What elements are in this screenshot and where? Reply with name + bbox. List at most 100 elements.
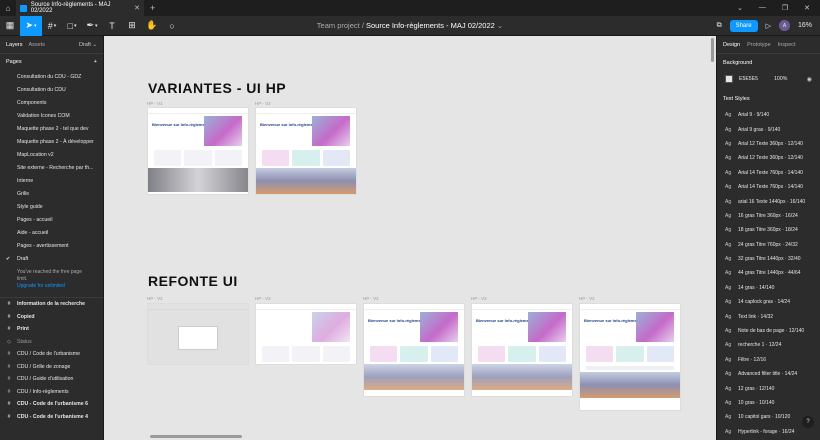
tab-assets[interactable]: Assets	[29, 42, 46, 48]
maximize-icon[interactable]: ❐	[782, 4, 788, 12]
text-tool[interactable]: T	[102, 16, 122, 36]
page-item[interactable]: Components	[0, 96, 103, 109]
frame-hp-v2[interactable]: Bienvenue sur Info-règlements	[255, 107, 357, 195]
move-tool[interactable]: ➤ ▾	[20, 15, 42, 36]
tab-layers[interactable]: Layers	[6, 42, 23, 48]
page-item[interactable]: Maquette phase 2 - tel que dev	[0, 122, 103, 135]
chevron-down-icon[interactable]: ⌄	[737, 4, 743, 12]
page-item[interactable]: MapLocation v2	[0, 148, 103, 161]
text-style-item[interactable]: Ag 44 gras Titre 1440px · 44/64	[717, 266, 820, 280]
layer-row[interactable]: # Information de la recherche	[0, 298, 103, 311]
share-button[interactable]: Share	[729, 19, 758, 32]
page-item[interactable]: Grille	[0, 187, 103, 200]
chevron-down-icon[interactable]: ⌄	[497, 21, 503, 30]
page-item[interactable]: Site externe - Recherche par th...	[0, 161, 103, 174]
help-icon[interactable]: ?	[802, 416, 814, 428]
page-item[interactable]: Maquette phase 2 - À développer	[0, 135, 103, 148]
page-item-draft[interactable]: ✔ Draft	[0, 252, 103, 265]
layer-row[interactable]: # CDU - Code de l'urbanisme 4	[0, 411, 103, 424]
text-style-item[interactable]: Ag Arial 9 gras · 9/140	[717, 122, 820, 136]
text-style-item[interactable]: Ag 24 gras Titre 760px · 24/32	[717, 238, 820, 252]
text-style-item[interactable]: Ag Filtre · 12/16	[717, 353, 820, 367]
text-style-item[interactable]: Ag Advanced filter title · 14/24	[717, 367, 820, 381]
frame-hp-v2-b[interactable]: Bienvenue sur Info-règlements	[471, 303, 573, 397]
frame-label[interactable]: HP - V1	[147, 101, 163, 106]
page-item[interactable]: Validation Icones COM	[0, 109, 103, 122]
text-style-item[interactable]: Ag 32 gras Titre 1440px · 32/40	[717, 252, 820, 266]
file-tab[interactable]: Source Info-règlements - MAJ 02/2022 ✕	[16, 0, 144, 16]
text-style-item[interactable]: Ag Arial 12 Texte 360px · 12/140	[717, 137, 820, 151]
frame-tool[interactable]: # ▾	[42, 16, 62, 36]
text-style-item[interactable]: Ag Arial 14 Texte 760px · 14/140	[717, 166, 820, 180]
text-style-item[interactable]: Ag Arial 9 · 9/140	[717, 108, 820, 122]
add-page-icon[interactable]: +	[94, 59, 97, 65]
layer-row[interactable]: # CDU / Info-règlements	[0, 386, 103, 399]
page-item[interactable]: Pages - accueil	[0, 213, 103, 226]
frame-label[interactable]: HP - V2	[579, 296, 595, 301]
home-icon[interactable]: ⌂	[0, 0, 16, 16]
text-style-item[interactable]: Ag Arial 14 Texte 760px · 14/140	[717, 180, 820, 194]
text-style-item[interactable]: Ag 14 gras · 14/140	[717, 281, 820, 295]
frame-label[interactable]: HP - V2	[255, 101, 271, 106]
eye-icon[interactable]: ◉	[807, 76, 812, 83]
frame-label[interactable]: HP - V2	[471, 296, 487, 301]
layer-row[interactable]: ◇ Status	[0, 336, 103, 349]
layer-row[interactable]: # Copied	[0, 311, 103, 324]
page-item[interactable]: Interne	[0, 174, 103, 187]
background-fill-row[interactable]: E5E5E5 100% ◉	[717, 72, 820, 86]
frame-hp-v2-a[interactable]: Bienvenue sur Info-règlements	[363, 303, 465, 397]
close-tab-icon[interactable]: ✕	[134, 4, 140, 12]
layer-row[interactable]: # Print	[0, 323, 103, 336]
close-window-icon[interactable]: ✕	[804, 4, 810, 12]
frame-hp-v1[interactable]: Bienvenue sur Info-règlements	[147, 107, 249, 195]
page-item[interactable]: Consultation du CDU	[0, 83, 103, 96]
minimize-icon[interactable]: —	[759, 4, 766, 12]
layer-row[interactable]: # CDU / Guide d'utilisation	[0, 373, 103, 386]
bg-opacity[interactable]: 100%	[774, 76, 787, 82]
layer-row[interactable]: # CDU - Code de l'urbanisme 6	[0, 398, 103, 411]
tab-inspect[interactable]: Inspect	[778, 42, 796, 48]
page-item[interactable]: Style guide	[0, 200, 103, 213]
layer-row[interactable]: # CDU / Grille de zonage	[0, 361, 103, 374]
comment-icon[interactable]: ○	[162, 16, 182, 36]
tab-prototype[interactable]: Prototype	[747, 42, 771, 48]
text-style-item[interactable]: Ag Arial 12 Texte 360px · 12/140	[717, 151, 820, 165]
frame-hp-v2-dim[interactable]	[255, 303, 357, 365]
page-item[interactable]: Pages - avertissement	[0, 239, 103, 252]
frame-label[interactable]: HP - V2	[255, 296, 271, 301]
text-style-item[interactable]: Ag 16 gras Titre 360px · 16/24	[717, 209, 820, 223]
text-style-item[interactable]: Ag 12 gras · 12/140	[717, 381, 820, 395]
shape-tool[interactable]: □ ▾	[62, 16, 82, 36]
vertical-scrollbar[interactable]	[711, 38, 714, 62]
frame-modal-overlay[interactable]	[147, 303, 249, 365]
dev-mode-icon[interactable]: ⧉	[717, 22, 722, 30]
present-icon[interactable]: ▷	[766, 22, 771, 30]
breadcrumb-file[interactable]: Source Info-règlements - MAJ 02/2022	[366, 21, 495, 30]
bg-hex[interactable]: E5E5E5	[739, 76, 758, 82]
branch-selector[interactable]: Draft ⌄	[79, 42, 97, 48]
resources-icon[interactable]: ⊞	[122, 16, 142, 36]
text-style-item[interactable]: Ag 18 gras Titre 360px · 18/24	[717, 223, 820, 237]
layer-row[interactable]: # CDU / Code de l'urbanisme	[0, 348, 103, 361]
hand-tool[interactable]: ✋	[142, 16, 162, 36]
canvas[interactable]: VARIANTES - UI HP REFONTE UI HP - V1 HP …	[104, 36, 716, 440]
text-style-item[interactable]: Ag recherche 1 · 12/24	[717, 338, 820, 352]
pen-tool[interactable]: ✒ ▾	[82, 16, 102, 36]
color-swatch[interactable]	[725, 75, 733, 83]
text-style-item[interactable]: Ag arial 16 Texte 1440px · 16/140	[717, 194, 820, 208]
frame-hp-v2-c[interactable]: Bienvenue sur Info-règlements	[579, 303, 681, 411]
frame-label[interactable]: HP - V2	[147, 296, 163, 301]
tab-design[interactable]: Design	[723, 42, 740, 48]
upgrade-link[interactable]: Upgrade for unlimited	[17, 283, 86, 290]
horizontal-scrollbar[interactable]	[150, 435, 242, 438]
page-item[interactable]: Consultation du CDU - GDZ	[0, 70, 103, 83]
text-style-item[interactable]: Ag Text link · 14/32	[717, 309, 820, 323]
new-tab-icon[interactable]: +	[150, 3, 155, 13]
text-style-item[interactable]: Ag 14 caplock gras · 14/24	[717, 295, 820, 309]
breadcrumb-team[interactable]: Team project	[317, 21, 360, 30]
page-item[interactable]: Aide - accueil	[0, 226, 103, 239]
avatar[interactable]: A	[778, 20, 790, 31]
text-style-item[interactable]: Ag Note de bas de page · 12/140	[717, 324, 820, 338]
zoom-level[interactable]: 16%	[798, 22, 812, 29]
main-menu-icon[interactable]: ▦	[0, 16, 20, 36]
